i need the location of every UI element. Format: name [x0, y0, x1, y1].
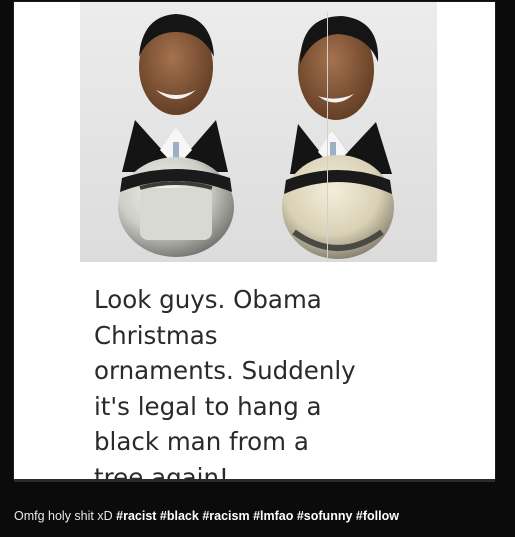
- tag-racism[interactable]: #racism: [202, 509, 249, 523]
- tag-list: #racist #black #racism #lmfao #sofunny #…: [116, 509, 399, 523]
- tag-sofunny[interactable]: #sofunny: [297, 509, 353, 523]
- post-caption: Omfg holy shit xD #racist #black #racism…: [14, 509, 399, 523]
- tag-lmfao[interactable]: #lmfao: [253, 509, 293, 523]
- image-bottom-border: [14, 479, 495, 482]
- meme-line: tree again!: [94, 462, 229, 480]
- meme-line: black man from a: [94, 427, 309, 456]
- photo-divider: [327, 12, 328, 262]
- meme-line: ornaments. Suddenly: [94, 356, 356, 385]
- post-image[interactable]: Look guys. Obama Christmas ornaments. Su…: [14, 2, 495, 479]
- post: Look guys. Obama Christmas ornaments. Su…: [0, 0, 515, 537]
- left-ornament: [118, 14, 234, 257]
- ornament-photo: [80, 2, 437, 262]
- tag-black[interactable]: #black: [160, 509, 199, 523]
- tag-follow[interactable]: #follow: [356, 509, 399, 523]
- ornament-illustration: [118, 14, 394, 259]
- tag-racist[interactable]: #racist: [116, 509, 156, 523]
- meme-text: Look guys. Obama Christmas ornaments. Su…: [94, 282, 474, 479]
- caption-text: Omfg holy shit xD: [14, 509, 113, 523]
- meme-line: it's legal to hang a: [94, 391, 322, 421]
- meme-line: Christmas: [94, 320, 218, 350]
- meme-line: Look guys. Obama: [94, 285, 322, 314]
- right-ornament: [282, 16, 394, 259]
